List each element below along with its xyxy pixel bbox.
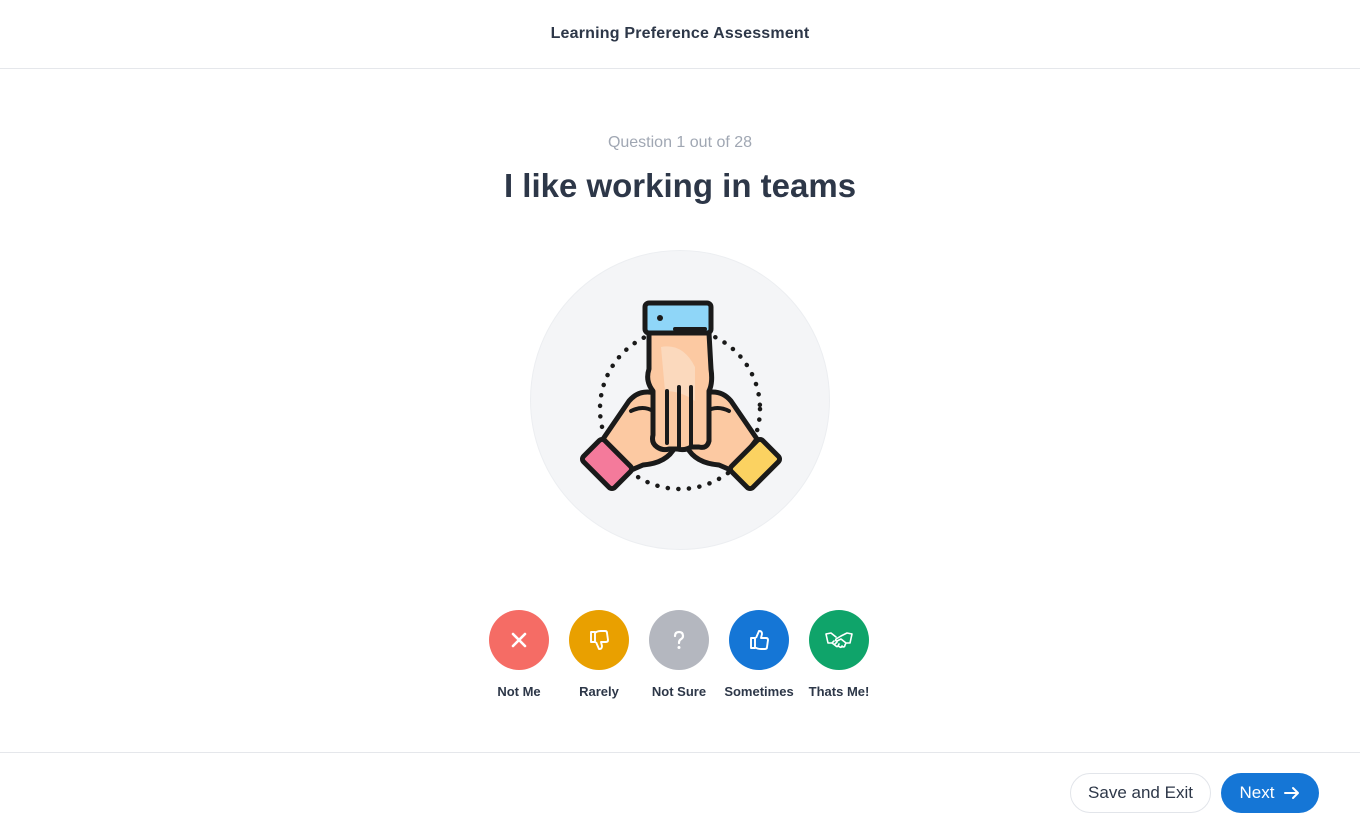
answer-options: Not Me Rarely Not Sure Sometimes Thats M… xyxy=(0,610,1360,710)
thumbs-down-icon xyxy=(590,630,609,650)
question-panel: Question 1 out of 28 I like working in t… xyxy=(0,69,1360,752)
answer-label: Rarely xyxy=(579,684,619,699)
sometimes-button[interactable] xyxy=(729,610,789,670)
answer-sometimes[interactable]: Sometimes xyxy=(719,610,799,699)
handshake-icon xyxy=(825,632,853,649)
not-me-button[interactable] xyxy=(489,610,549,670)
not-sure-button[interactable] xyxy=(649,610,709,670)
arrow-right-icon xyxy=(1284,787,1300,799)
header-bar: Learning Preference Assessment xyxy=(0,0,1360,69)
close-icon xyxy=(511,632,527,648)
answer-not-me[interactable]: Not Me xyxy=(479,610,559,699)
question-icon xyxy=(673,630,685,649)
question-illustration xyxy=(530,250,830,550)
answer-label: Thats Me! xyxy=(808,684,870,699)
thats-me-button[interactable] xyxy=(809,610,869,670)
answer-thats-me[interactable]: Thats Me! xyxy=(799,610,879,699)
answer-label: Not Sure xyxy=(651,684,707,699)
question-text: I like working in teams xyxy=(503,167,857,204)
rarely-button[interactable] xyxy=(569,610,629,670)
question-counter: Question 1 out of 28 xyxy=(607,134,753,151)
answer-rarely[interactable]: Rarely xyxy=(559,610,639,699)
save-and-exit-button[interactable]: Save and Exit xyxy=(1070,773,1211,813)
thumbs-up-icon xyxy=(750,630,769,650)
next-button[interactable]: Next xyxy=(1221,773,1319,813)
footer-bar: Save and Exit Next xyxy=(0,752,1360,832)
team-hands-icon xyxy=(579,300,783,492)
app-title: Learning Preference Assessment xyxy=(550,25,810,42)
next-label: Next xyxy=(1239,783,1275,802)
answer-label: Not Me xyxy=(497,684,541,699)
answer-not-sure[interactable]: Not Sure xyxy=(639,610,719,699)
save-and-exit-label: Save and Exit xyxy=(1088,783,1193,802)
answer-label: Sometimes xyxy=(724,684,794,699)
